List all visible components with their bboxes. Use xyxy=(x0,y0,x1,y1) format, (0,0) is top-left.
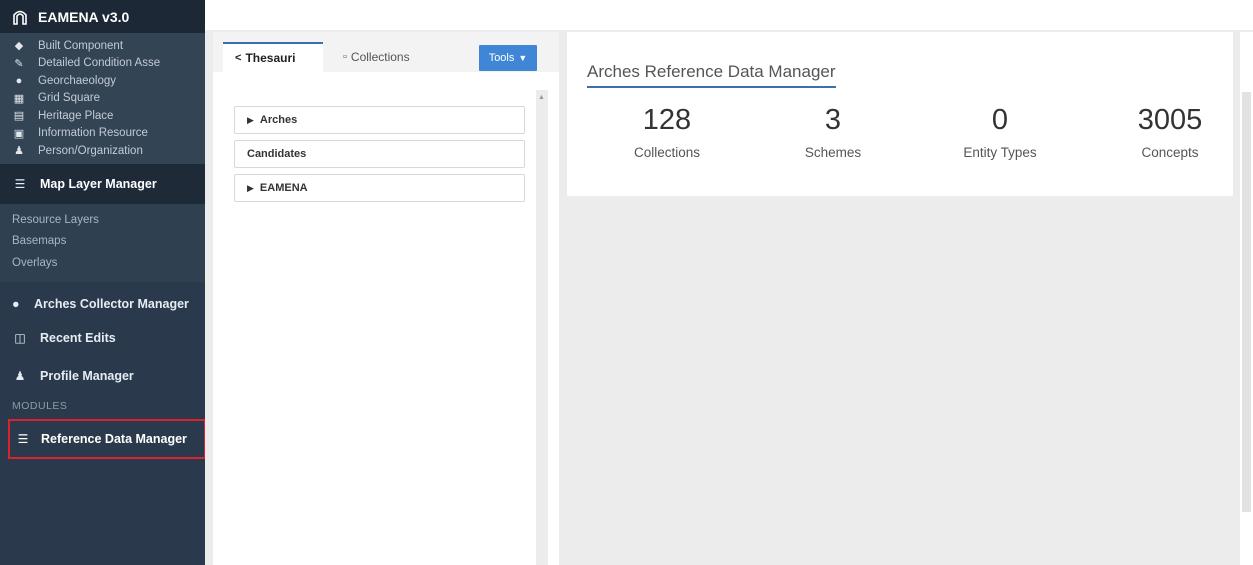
share-icon: < xyxy=(235,52,242,64)
sidebar: EAMENA v3.0 ◆ Built Component ✎ Detailed C… xyxy=(0,0,205,565)
layers-icon: ☰ xyxy=(14,176,26,191)
stat-label: Collections xyxy=(633,145,701,160)
panel-tabs: < Thesauri ▫ Collections Tools ▼ xyxy=(213,32,559,72)
sidebar-item-heritage-place[interactable]: ▤ Heritage Place xyxy=(0,107,205,125)
sidebar-item-label: Reference Data Manager xyxy=(41,432,187,446)
stat-label: Schemes xyxy=(804,145,862,160)
sidebar-item-profile-manager[interactable]: ♟ Profile Manager xyxy=(0,357,205,395)
page-title: Arches Reference Data Manager xyxy=(587,62,836,88)
stat-value: 3 xyxy=(824,104,842,136)
globe-icon: ● xyxy=(12,297,20,311)
sidebar-item-built-component[interactable]: ◆ Built Component xyxy=(0,37,205,55)
sidebar-item-map-layer-manager[interactable]: ☰ Map Layer Manager xyxy=(0,163,205,204)
stat-value: 0 xyxy=(991,104,1009,136)
sidebar-item-information-resource[interactable]: ▣ Information Resource xyxy=(0,125,205,143)
caret-right-icon[interactable]: ▶ xyxy=(247,115,254,126)
grid-icon: ▦ xyxy=(13,92,25,105)
sidebar-item-label: Recent Edits xyxy=(40,331,116,345)
sidebar-item-detailed-condition[interactable]: ✎ Detailed Condition Asse xyxy=(0,55,205,73)
sidebar-item-label: Information Resource xyxy=(38,127,148,140)
caret-right-icon[interactable]: ▶ xyxy=(247,183,254,194)
user-icon: ♟ xyxy=(14,369,26,383)
sidebar-item-grid-square[interactable]: ▦ Grid Square xyxy=(0,90,205,108)
eamena-logo-icon xyxy=(12,9,28,25)
sidebar-link-resource-layers[interactable]: Resource Layers xyxy=(0,210,205,232)
chevron-down-icon: ▼ xyxy=(518,53,528,63)
bank-icon: ▤ xyxy=(13,110,25,123)
folder-icon: ▫ xyxy=(343,51,347,63)
sidebar-item-label: Georchaeology xyxy=(38,74,116,87)
sidebar-item-recent-edits[interactable]: ◫ Recent Edits xyxy=(0,319,205,357)
sidebar-item-label: Heritage Place xyxy=(38,109,114,122)
tree-node-eamena[interactable]: ▶ EAMENA xyxy=(234,174,525,202)
tab-label: Collections xyxy=(350,50,410,64)
scroll-up-icon[interactable]: ▲ xyxy=(538,94,545,101)
sidebar-item-label: Built Component xyxy=(38,39,124,52)
image-icon: ▣ xyxy=(13,127,25,140)
sidebar-link-overlays[interactable]: Overlays xyxy=(0,253,205,275)
scrollbar-thumb[interactable] xyxy=(1242,92,1251,512)
tree-node-candidates[interactable]: Candidates xyxy=(234,140,525,168)
sidebar-item-reference-data-manager[interactable]: ☰ Reference Data Manager xyxy=(8,419,205,459)
globe-icon: ● xyxy=(15,74,23,87)
tab-collections[interactable]: ▫ Collections xyxy=(339,42,410,72)
panel-scrollbar[interactable] xyxy=(1240,32,1253,565)
tree-scrollbar[interactable]: ▲ xyxy=(536,90,548,565)
sidebar-link-basemaps[interactable]: Basemaps xyxy=(0,231,205,253)
map-layer-links: Resource Layers Basemaps Overlays xyxy=(0,203,205,282)
stat-value: 3005 xyxy=(1137,104,1203,136)
sidebar-item-label: Arches Collector Manager xyxy=(34,297,189,311)
main-content: < Thesauri ▫ Collections Tools ▼ ▶ Arche… xyxy=(205,30,1253,565)
stat-label: Concepts xyxy=(1141,145,1199,160)
tab-label: Thesauri xyxy=(245,51,296,65)
stat-concepts: 3005 Concepts xyxy=(1090,104,1250,160)
sidebar-item-georchaeology[interactable]: ● Georchaeology xyxy=(0,72,205,90)
sidebar-item-label: Grid Square xyxy=(38,92,101,105)
tree-node-arches[interactable]: ▶ Arches xyxy=(234,106,525,134)
edit-icon: ✎ xyxy=(14,57,24,70)
sidebar-item-label: Profile Manager xyxy=(40,369,134,383)
tab-thesauri[interactable]: < Thesauri xyxy=(223,42,323,72)
sidebar-item-arches-collector[interactable]: ● Arches Collector Manager xyxy=(0,282,205,313)
stat-value: 128 xyxy=(642,104,692,136)
tools-dropdown-button[interactable]: Tools ▼ xyxy=(479,45,537,71)
stat-entity-types: 0 Entity Types xyxy=(920,104,1080,160)
reference-data-panel: Arches Reference Data Manager 128 Collec… xyxy=(567,32,1253,565)
stat-label: Entity Types xyxy=(963,145,1037,160)
tools-label: Tools xyxy=(488,52,515,64)
brand[interactable]: EAMENA v3.0 xyxy=(0,0,205,33)
cubes-icon: ◆ xyxy=(14,40,24,53)
sidebar-item-label: Detailed Condition Asse xyxy=(38,57,161,70)
tree-node-label: Candidates xyxy=(247,148,307,160)
thesauri-tree: ▶ Arches Candidates ▶ EAMENA xyxy=(234,106,525,208)
list-icon: ☰ xyxy=(17,432,29,446)
stat-collections: 128 Collections xyxy=(587,104,747,160)
sidebar-item-person-organization[interactable]: ♟ Person/Organization xyxy=(0,142,205,160)
app-title: EAMENA v3.0 xyxy=(38,8,130,25)
users-icon: ♟ xyxy=(14,145,24,158)
sidebar-item-label: Person/Organization xyxy=(38,144,143,157)
stats-summary: 128 Collections 3 Schemes 0 Entity Types… xyxy=(567,92,1233,196)
sidebar-item-label: Map Layer Manager xyxy=(40,176,157,191)
tree-node-label: EAMENA xyxy=(259,182,308,194)
resource-list: ◆ Built Component ✎ Detailed Condition Ass… xyxy=(0,33,205,164)
panel-header: Arches Reference Data Manager xyxy=(567,32,1233,92)
tree-node-label: Arches xyxy=(259,114,298,126)
modules-heading: MODULES xyxy=(12,400,68,412)
bookmark-icon: ◫ xyxy=(14,331,26,345)
thesauri-panel: < Thesauri ▫ Collections Tools ▼ ▶ Arche… xyxy=(213,32,559,565)
top-bar xyxy=(205,0,1253,30)
stat-schemes: 3 Schemes xyxy=(753,104,913,160)
